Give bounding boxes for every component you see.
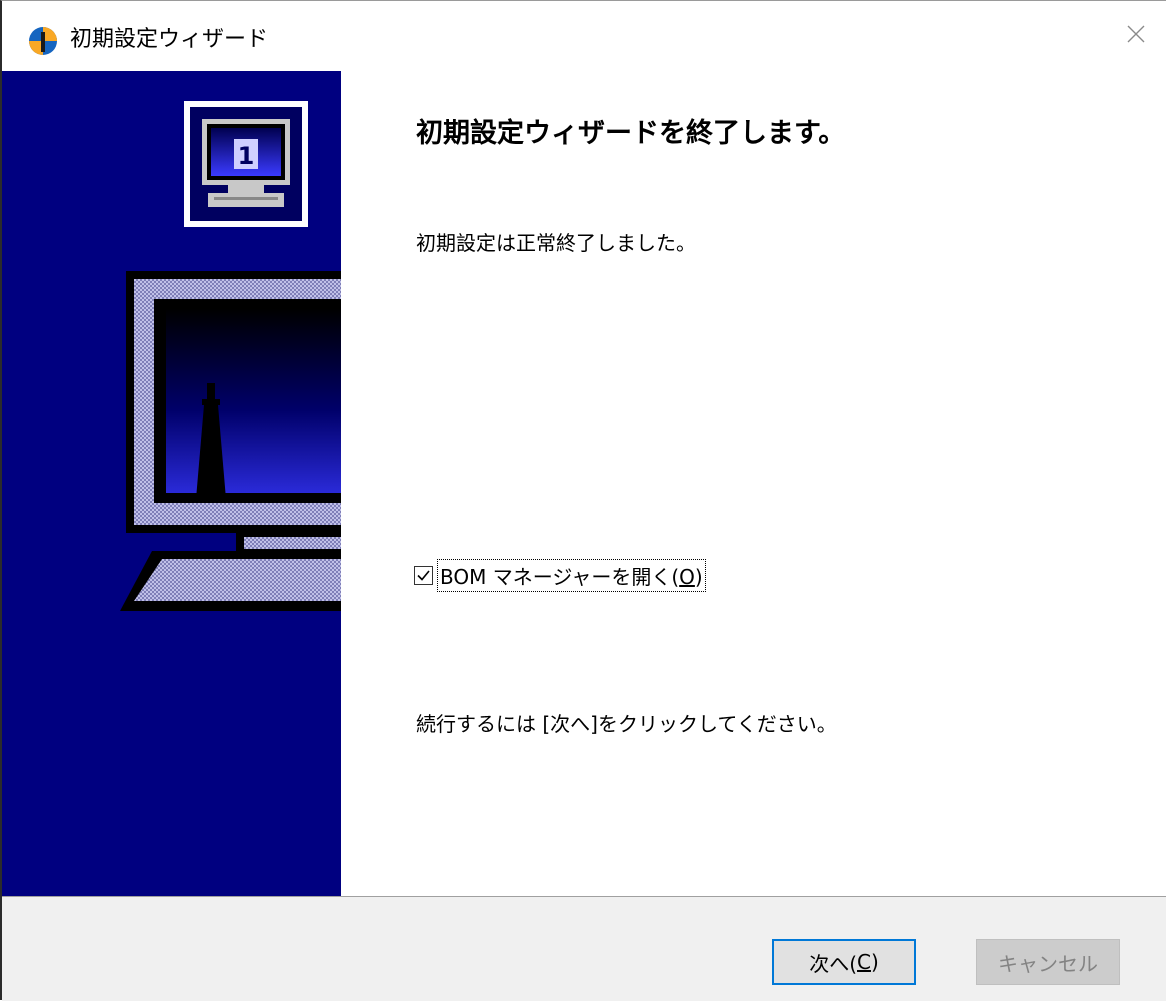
wizard-window: 初期設定ウィザード 1 初期設定ウィザードを終了します。 初期設定は正常終了しま… [0, 0, 1166, 1001]
checkbox-label: BOM マネージャーを開く(O) [437, 559, 706, 592]
cancel-button[interactable]: キャンセル [976, 939, 1120, 985]
next-button[interactable]: 次へ(C) [772, 939, 916, 985]
window-title: 初期設定ウィザード [70, 27, 269, 52]
badge-number: 1 [238, 142, 255, 170]
wizard-banner: 1 [2, 71, 341, 896]
status-message: 初期設定は正常終了しました。 [416, 231, 696, 255]
instruction-text: 続行するには [次へ]をクリックしてください。 [416, 712, 837, 736]
computer-illustration: 1 [120, 101, 341, 611]
app-icon [29, 27, 57, 55]
title-bar: 初期設定ウィザード [2, 1, 1166, 71]
close-button[interactable] [1106, 9, 1166, 59]
close-icon [1127, 25, 1145, 43]
wizard-content: 初期設定ウィザードを終了します。 初期設定は正常終了しました。 BOM マネージ… [341, 71, 1166, 896]
page-title: 初期設定ウィザードを終了します。 [416, 118, 846, 149]
checkmark-icon [417, 570, 430, 581]
open-bom-manager-checkbox[interactable]: BOM マネージャーを開く(O) [414, 559, 706, 592]
checkbox-box[interactable] [414, 566, 433, 585]
button-bar: 次へ(C) キャンセル [2, 897, 1166, 1001]
mnemonic-o: O [679, 565, 695, 589]
